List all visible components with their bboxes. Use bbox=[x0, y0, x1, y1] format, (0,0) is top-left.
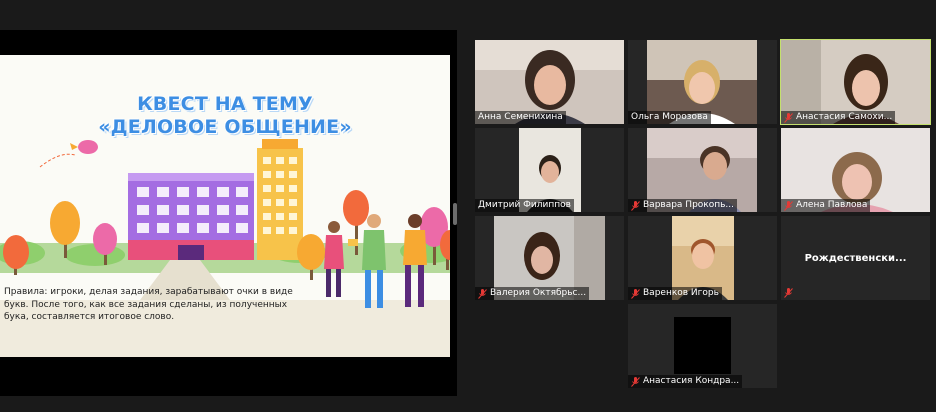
slide-title-line-2: «ДЕЛОВОЕ ОБЩЕНИЕ» bbox=[98, 116, 352, 138]
participant-name-bar: Дмитрий Филиппов bbox=[475, 199, 574, 212]
participant-name: Валерия Октябрьс... bbox=[490, 288, 587, 298]
video-tile[interactable]: Ольга Морозова bbox=[628, 40, 777, 124]
slide-title-line-1: КВЕСТ НА ТЕМУ bbox=[137, 93, 313, 115]
participant-name-bar: Анастасия Кондра... bbox=[628, 375, 743, 388]
participant-name: Анастасия Самохи... bbox=[796, 112, 893, 122]
mic-muted-icon bbox=[784, 112, 793, 123]
video-tile[interactable]: Варвара Прокопь... bbox=[628, 128, 777, 212]
video-tile[interactable]: Варенков Игорь bbox=[628, 216, 777, 300]
participant-name-bar: Алена Павлова bbox=[781, 199, 871, 212]
mic-muted-icon bbox=[631, 288, 640, 299]
video-tile[interactable]: Анастасия Кондра... bbox=[628, 304, 777, 388]
video-tile[interactable]: Валерия Октябрьс... bbox=[475, 216, 624, 300]
participant-name-bar: Варвара Прокопь... bbox=[628, 199, 738, 212]
participant-name: Дмитрий Филиппов bbox=[478, 200, 571, 210]
video-tile-camera-off[interactable]: Рождественски... bbox=[781, 216, 930, 300]
participant-name: Анастасия Кондра... bbox=[643, 376, 740, 386]
slide-title: КВЕСТ НА ТЕМУ «ДЕЛОВОЕ ОБЩЕНИЕ» bbox=[60, 93, 390, 139]
video-tile-active-speaker[interactable]: Анастасия Самохи... bbox=[780, 39, 931, 125]
participant-name: Анна Семенихина bbox=[478, 112, 563, 122]
mic-muted-icon bbox=[478, 288, 487, 299]
split-handle[interactable] bbox=[453, 203, 457, 225]
participant-name-centered: Рождественски... bbox=[804, 252, 907, 264]
participant-name-bar: Анна Семенихина bbox=[475, 111, 566, 124]
participant-name: Варвара Прокопь... bbox=[643, 200, 735, 210]
participant-name-bar: Варенков Игорь bbox=[628, 287, 722, 300]
participant-name-bar: Валерия Октябрьс... bbox=[475, 287, 590, 300]
slide-rules-text: Правила: игроки, делая задания, зарабаты… bbox=[4, 287, 293, 322]
participant-name: Варенков Игорь bbox=[643, 288, 719, 298]
mic-muted-icon bbox=[631, 376, 640, 387]
mic-muted-icon bbox=[631, 200, 640, 211]
presentation-slide: КВЕСТ НА ТЕМУ «ДЕЛОВОЕ ОБЩЕНИЕ» Правила:… bbox=[0, 55, 450, 357]
mic-muted-icon bbox=[784, 288, 793, 298]
participant-name: Ольга Морозова bbox=[631, 112, 708, 122]
participant-video-black bbox=[674, 317, 731, 374]
participant-name-bar: Ольга Морозова bbox=[628, 111, 711, 124]
mic-muted-icon bbox=[784, 200, 793, 211]
participant-name: Алена Павлова bbox=[796, 200, 868, 210]
video-tile[interactable]: Алена Павлова bbox=[781, 128, 930, 212]
participant-name-bar: Анастасия Самохи... bbox=[781, 111, 896, 124]
video-tile[interactable]: Дмитрий Филиппов bbox=[475, 128, 624, 212]
video-tile[interactable]: Анна Семенихина bbox=[475, 40, 624, 124]
